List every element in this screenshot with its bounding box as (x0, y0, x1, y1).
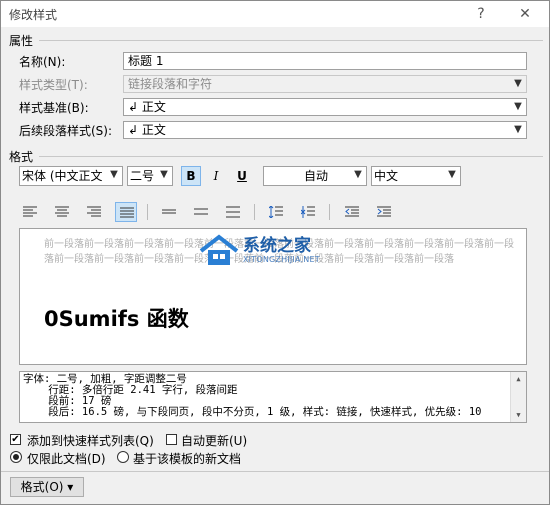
name-input[interactable]: 标题 1 (123, 52, 527, 70)
font-color-select[interactable]: 自动 ▼ (263, 166, 367, 186)
chevron-down-icon: ▼ (106, 167, 122, 183)
based-on-label: 样式基准(B): (19, 101, 89, 115)
language-value: 中文 (374, 169, 399, 183)
justify-button[interactable] (115, 202, 137, 222)
auto-update-label[interactable]: 自动更新(U) (181, 432, 247, 449)
auto-update-checkbox[interactable] (166, 434, 177, 445)
line-spacing-single-icon (162, 209, 176, 214)
chevron-down-icon: ▼ (514, 78, 522, 89)
increase-indent-button[interactable] (373, 202, 395, 222)
scroll-up-icon[interactable]: ▲ (511, 373, 526, 385)
italic-button[interactable]: I (206, 166, 226, 186)
divider (39, 156, 543, 157)
align-right-icon (87, 206, 101, 217)
decrease-indent-button[interactable] (341, 202, 363, 222)
language-select[interactable]: 中文 ▼ (371, 166, 461, 186)
font-size-select[interactable]: 二号 ▼ (127, 166, 173, 186)
modify-style-dialog: 修改样式 ? ✕ 属性 名称(N): 标题 1 样式类型(T): 链接段落和字符… (0, 0, 550, 505)
double-spacing-button[interactable] (222, 202, 244, 222)
style-type-select: 链接段落和字符 ▼ (123, 75, 527, 93)
divider (147, 204, 148, 220)
chevron-down-icon: ▼ (350, 167, 366, 183)
align-left-icon (23, 206, 37, 217)
spacing-increase-icon (269, 206, 283, 218)
scroll-down-icon[interactable]: ▼ (511, 409, 526, 421)
chevron-down-icon: ▼ (514, 101, 522, 112)
outdent-icon (345, 206, 359, 217)
align-right-button[interactable] (83, 202, 105, 222)
following-style-value: ↲ 正文 (128, 123, 166, 137)
add-to-gallery-label[interactable]: 添加到快速样式列表(Q) (27, 432, 154, 449)
chevron-down-icon: ▼ (156, 167, 172, 183)
style-type-value: 链接段落和字符 (128, 77, 213, 91)
align-center-icon (55, 206, 69, 217)
title-bar: 修改样式 ? ✕ (1, 1, 549, 27)
format-section-label: 格式 (9, 150, 34, 164)
properties-section-label: 属性 (9, 34, 34, 48)
watermark-subtext: XITONGZHIJIA.NET (243, 255, 320, 264)
new-documents-template-label[interactable]: 基于该模板的新文档 (133, 450, 241, 467)
chevron-down-icon: ▼ (444, 167, 460, 183)
new-documents-template-radio[interactable] (117, 451, 129, 463)
indent-icon (377, 206, 391, 217)
line-spacing-double-icon (226, 206, 240, 218)
following-style-select[interactable]: ↲ 正文 ▼ (123, 121, 527, 139)
align-left-button[interactable] (19, 202, 41, 222)
spacing-decrease-icon (301, 206, 315, 218)
only-this-document-label[interactable]: 仅限此文档(D) (27, 450, 106, 467)
divider (329, 204, 330, 220)
watermark-text: 系统之家 (243, 236, 311, 256)
watermark-logo: 系统之家 XITONGZHIJIA.NET (199, 229, 359, 271)
divider (39, 40, 543, 41)
align-justify-icon (120, 207, 134, 218)
align-center-button[interactable] (51, 202, 73, 222)
single-spacing-button[interactable] (158, 202, 180, 222)
based-on-select[interactable]: ↲ 正文 ▼ (123, 98, 527, 116)
style-description: 字体: 二号, 加粗, 字距调整二号 行距: 多倍行距 2.41 字行, 段落间… (19, 371, 527, 423)
only-this-document-radio[interactable] (10, 451, 22, 463)
divider (1, 471, 549, 472)
name-value: 标题 1 (128, 54, 164, 68)
increase-paragraph-spacing-button[interactable] (265, 202, 287, 222)
following-style-label: 后续段落样式(S): (19, 124, 113, 138)
underline-button[interactable]: U (232, 166, 252, 186)
close-button[interactable]: ✕ (513, 3, 537, 25)
line-spacing-onehalf-icon (194, 208, 208, 215)
one-half-spacing-button[interactable] (190, 202, 212, 222)
chevron-down-icon: ▼ (514, 124, 522, 135)
based-on-value: ↲ 正文 (128, 100, 166, 114)
house-logo-icon (199, 234, 239, 265)
add-to-gallery-checkbox[interactable]: ✔ (10, 434, 21, 445)
help-button[interactable]: ? (469, 3, 493, 25)
style-type-label: 样式类型(T): (19, 78, 88, 92)
font-value: 宋体 (中文正文 (22, 169, 103, 183)
font-color-value: 自动 (303, 169, 328, 183)
format-menu-button[interactable]: 格式(O) ▾ (10, 477, 84, 497)
decrease-paragraph-spacing-button[interactable] (297, 202, 319, 222)
heading-preview: 0Sumifs 函数 (44, 307, 189, 331)
description-line: 段后: 16.5 磅, 与下段同页, 段中不分页, 1 级, 样式: 链接, 快… (23, 406, 482, 418)
font-size-value: 二号 (130, 169, 155, 183)
description-scrollbar[interactable]: ▲ ▼ (510, 372, 526, 422)
window-title: 修改样式 (9, 8, 58, 22)
bold-button[interactable]: B (181, 166, 201, 186)
font-select[interactable]: 宋体 (中文正文 ▼ (19, 166, 123, 186)
divider (254, 204, 255, 220)
name-label: 名称(N): (19, 55, 66, 69)
